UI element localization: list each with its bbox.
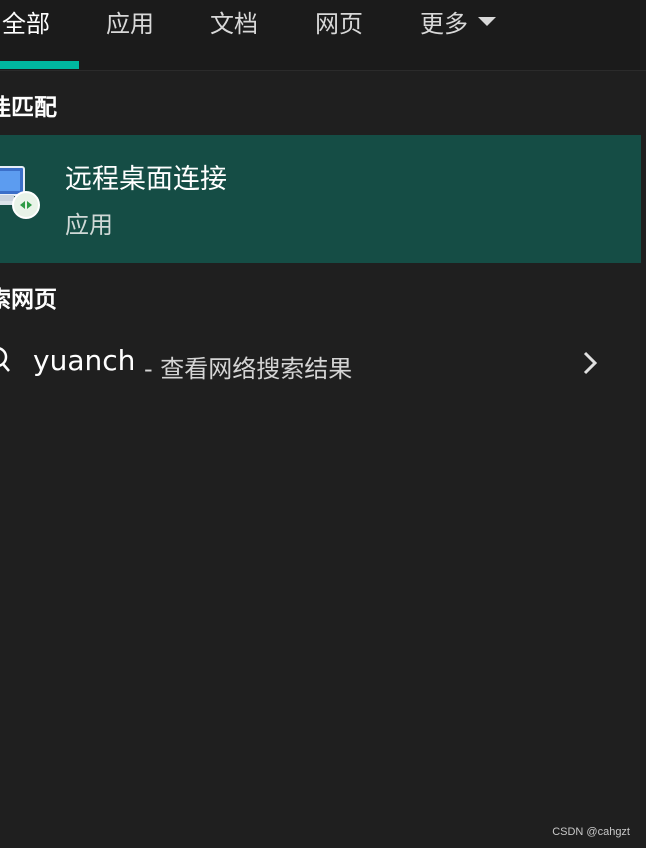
web-search-result[interactable]: yuanch - 查看网络搜索结果 [0,330,641,400]
tab-apps[interactable]: 应用 [106,0,154,70]
tab-label: 全部 [2,9,50,38]
remote-desktop-icon [0,166,40,219]
search-filter-tabs: 全部 应用 文档 网页 更多 [0,0,646,71]
tab-all[interactable]: 全部 [2,0,50,70]
web-search-heading: 索网页 [0,287,57,313]
best-match-result[interactable]: 远程桌面连接 应用 [0,135,641,263]
watermark: CSDN @cahgzt [552,826,630,838]
tab-web[interactable]: 网页 [315,0,363,70]
tab-documents[interactable]: 文档 [210,0,258,70]
tab-label: 更多 [420,9,468,38]
result-subtitle: 应用 [65,211,113,239]
chevron-right-icon[interactable] [580,348,600,378]
tab-more[interactable]: 更多 [420,0,496,70]
tab-label: 应用 [106,9,154,38]
tab-label: 网页 [315,9,363,38]
best-match-heading: 佳匹配 [0,95,57,121]
tab-label: 文档 [210,9,258,38]
result-title: 远程桌面连接 [65,164,227,195]
search-query: yuanch [33,344,136,377]
chevron-down-icon [478,16,496,26]
search-icon [0,347,10,372]
active-tab-indicator [0,61,79,69]
search-suffix: - 查看网络搜索结果 [144,355,353,383]
